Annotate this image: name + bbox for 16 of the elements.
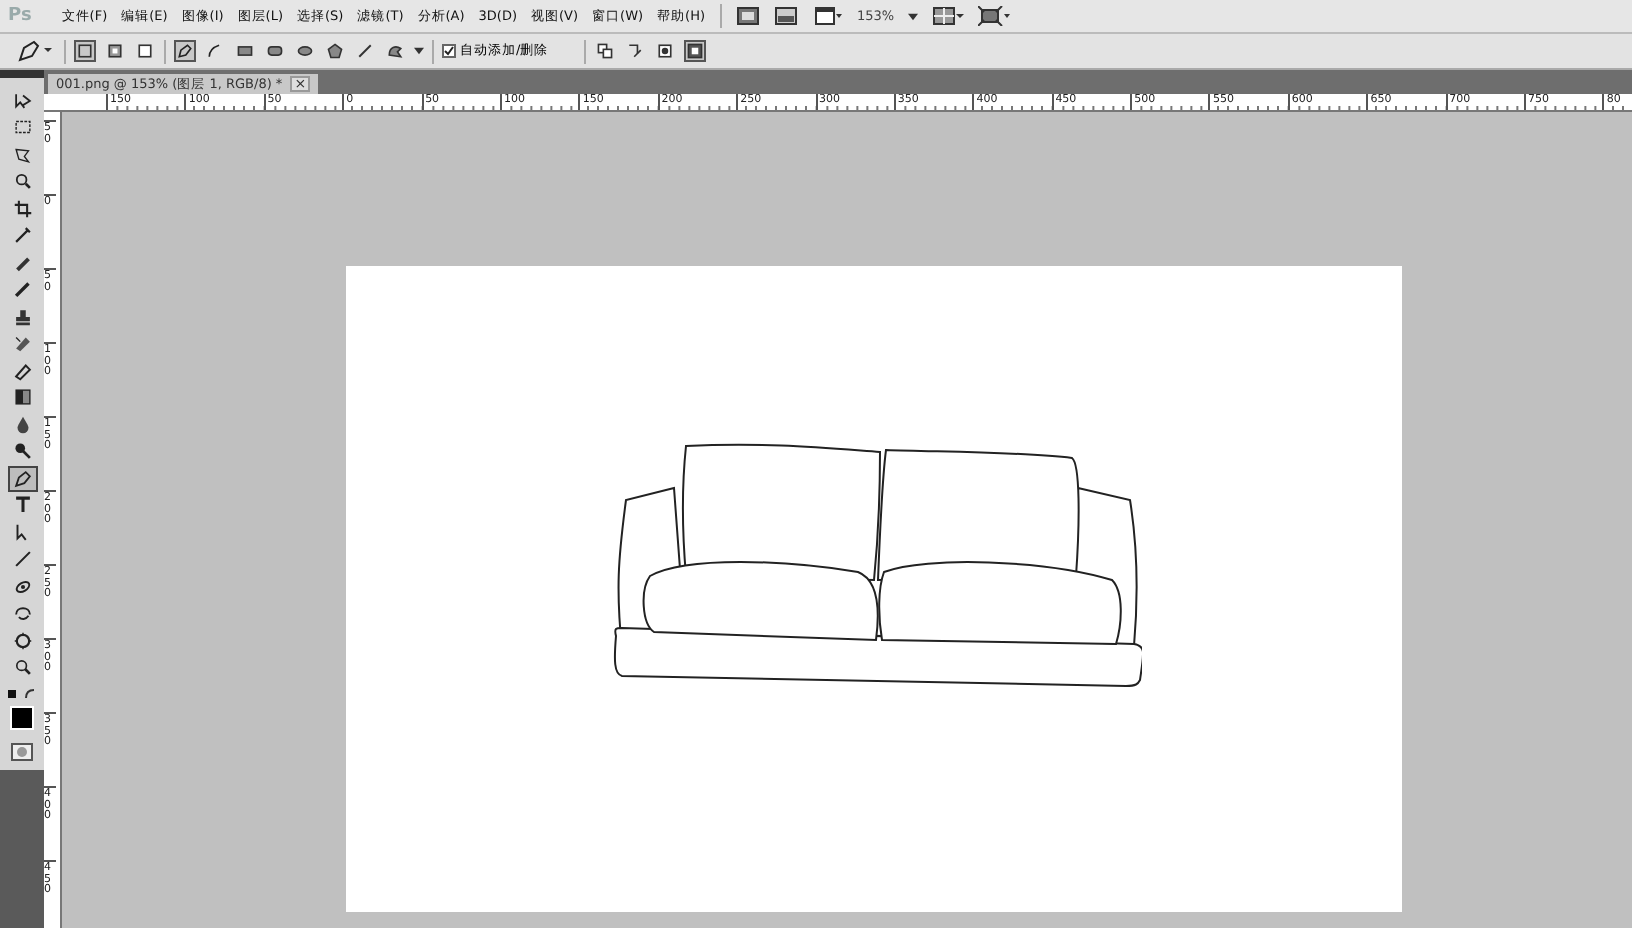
rounded-rectangle-icon[interactable]: [264, 40, 286, 62]
pen-icon[interactable]: [174, 40, 196, 62]
checkbox[interactable]: [442, 44, 456, 58]
ellipse-icon[interactable]: [294, 40, 316, 62]
pen-tool-preset-icon[interactable]: [16, 40, 56, 62]
foreground-color-swatch[interactable]: [10, 705, 34, 729]
dropdown-caret-icon[interactable]: [908, 11, 919, 21]
arrange-documents-icon[interactable]: [932, 6, 965, 26]
rectangle-icon[interactable]: [234, 40, 256, 62]
line-icon[interactable]: [354, 40, 376, 62]
tool-icon[interactable]: [7, 465, 37, 491]
dropdown-caret-icon[interactable]: [414, 46, 424, 56]
app-logo: Ps: [8, 6, 32, 26]
polygon-icon[interactable]: [324, 40, 346, 62]
custom-shape-icon[interactable]: [384, 40, 406, 62]
default-colors-icon[interactable]: [6, 687, 38, 701]
